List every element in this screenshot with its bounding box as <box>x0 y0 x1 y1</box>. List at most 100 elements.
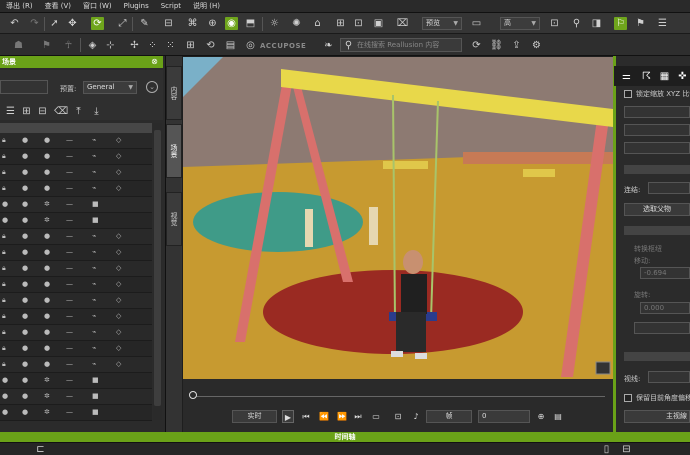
tag-icon[interactable]: ◇ <box>116 328 121 336</box>
lock-icon[interactable]: 🔒︎ <box>2 152 6 161</box>
transform-field[interactable] <box>624 106 690 118</box>
redo-icon[interactable]: ↷ <box>28 17 41 30</box>
menu-window[interactable]: 窗口 (W) <box>77 1 118 11</box>
scrollbar-thumb[interactable] <box>154 130 161 406</box>
render-dot-icon[interactable]: ● <box>44 168 50 176</box>
visible-dot-icon[interactable]: ● <box>22 296 28 304</box>
dots-icon[interactable]: ⁙ <box>164 39 177 52</box>
render-dot-icon[interactable]: ● <box>44 232 50 240</box>
visible-dot-icon[interactable]: ● <box>2 216 8 224</box>
link-icon[interactable]: ⌁ <box>92 248 96 256</box>
lock-icon[interactable]: 🔒︎ <box>2 344 6 353</box>
move-down-icon[interactable]: ⤓ <box>90 105 103 118</box>
menu-export[interactable]: 導出 (R) <box>0 1 39 11</box>
link-icon[interactable]: ⌁ <box>92 184 96 192</box>
box-icon[interactable]: ■ <box>92 200 99 208</box>
keep-offset-checkbox[interactable] <box>624 394 632 402</box>
export-frame-icon[interactable]: ⬒ <box>244 17 257 30</box>
link-icon[interactable]: ⌁ <box>92 232 96 240</box>
flag-icon[interactable]: ⚑ <box>634 17 647 30</box>
mirror-icon[interactable]: ⊡ <box>352 17 365 30</box>
select-arrow-icon[interactable]: ➚ <box>48 17 61 30</box>
tag-icon[interactable]: ◇ <box>116 312 121 320</box>
transform-field[interactable] <box>624 124 690 136</box>
main-view-button[interactable]: 主视線 <box>624 410 690 423</box>
step-forward-icon[interactable]: ⏩ <box>336 410 348 423</box>
list-item[interactable]: 🔒︎ ● ● — ⌁ ◇ <box>0 149 152 165</box>
list-item[interactable]: 🔒︎ ● ● — ⌁ ◇ <box>0 309 152 325</box>
menu-view[interactable]: 查看 (V) <box>39 1 77 11</box>
visible-dot-icon[interactable]: ● <box>2 408 8 416</box>
box-icon[interactable]: ■ <box>92 392 99 400</box>
frame-combo[interactable]: 帧 <box>426 410 472 423</box>
link-icon[interactable]: ⌁ <box>92 280 96 288</box>
close-icon[interactable]: ⊗ <box>150 57 159 66</box>
particle-icon[interactable]: ✲ <box>44 392 50 400</box>
visible-dot-icon[interactable]: ● <box>22 232 28 240</box>
visible-dot-icon[interactable]: ● <box>22 248 28 256</box>
render-dot-icon[interactable]: ● <box>44 280 50 288</box>
visible-dot-icon[interactable]: ● <box>22 184 28 192</box>
tab-content[interactable]: 内容 <box>166 66 182 120</box>
tag-icon[interactable]: ◇ <box>116 248 121 256</box>
visible-dot-icon[interactable]: ● <box>2 392 8 400</box>
eye-icon[interactable]: ◉ <box>225 17 238 30</box>
render-dot-icon[interactable]: ● <box>44 360 50 368</box>
sliders-icon[interactable]: ⚌ <box>618 68 635 85</box>
render-dot-icon[interactable]: ● <box>44 136 50 144</box>
pose-icon[interactable]: ☥ <box>62 39 75 52</box>
step-back-icon[interactable]: ⏪ <box>318 410 330 423</box>
visible-dot-icon[interactable]: ● <box>22 280 28 288</box>
light-icon[interactable]: ☼ <box>268 17 281 30</box>
list-item[interactable]: 🔒︎ ● ● — ⌁ ◇ <box>0 181 152 197</box>
visible-dot-icon[interactable]: ● <box>22 360 28 368</box>
lock-icon[interactable]: 🔒︎ <box>2 312 6 321</box>
view-target-field[interactable] <box>648 371 690 383</box>
motion-icon[interactable]: ✢ <box>128 39 141 52</box>
rotate-icon[interactable]: ⟳ <box>91 17 104 30</box>
render-dot-icon[interactable]: ● <box>44 344 50 352</box>
frame-icon[interactable]: ▣ <box>372 17 385 30</box>
link-icon[interactable]: ⌁ <box>92 152 96 160</box>
list-item[interactable]: 🔒︎ ● ● — ⌁ ◇ <box>0 229 152 245</box>
sun-icon[interactable]: ✺ <box>290 17 303 30</box>
list-item[interactable]: ● ● ✲ — ■ <box>0 213 152 229</box>
node-icon[interactable]: ⁘ <box>146 39 159 52</box>
align-icon[interactable]: ⊟ <box>162 17 175 30</box>
lock-icon[interactable]: 🔒︎ <box>2 360 6 369</box>
particle-icon[interactable]: ✲ <box>44 376 50 384</box>
lock-icon[interactable]: 🔒︎ <box>2 136 6 145</box>
select-parent-button[interactable]: 选取父物 <box>624 203 690 216</box>
timeline-tool-icon[interactable]: ▯ <box>600 443 613 455</box>
preset-combo[interactable]: General ▼ <box>83 81 137 94</box>
monitor-icon[interactable]: ▭ <box>470 17 483 30</box>
list-item[interactable]: 🔒︎ ● ● — ⌁ ◇ <box>0 325 152 341</box>
lock-icon[interactable]: 🔒︎ <box>2 168 6 177</box>
display-icon[interactable]: ▤ <box>552 410 564 423</box>
link-icon[interactable]: ⌁ <box>92 264 96 272</box>
list-item[interactable]: 🔒︎ ● ● — ⌁ ◇ <box>0 261 152 277</box>
visible-dot-icon[interactable]: ● <box>22 136 28 144</box>
refresh-icon[interactable]: ⟲ <box>204 39 217 52</box>
content-search-input[interactable]: 在线搜索 Reallusion 内容 <box>340 38 462 52</box>
rotate-field[interactable]: 0.000 <box>640 302 690 314</box>
chevron-circle-icon[interactable]: ⌄ <box>146 81 158 93</box>
list-item[interactable]: ● ● ✲ — ■ <box>0 389 152 405</box>
timeline-tool-icon[interactable]: ⊏ <box>34 443 47 455</box>
quality-combo[interactable]: 高 ▼ <box>500 17 540 30</box>
transform-field[interactable] <box>624 142 690 154</box>
render-dot-icon[interactable]: ● <box>22 376 28 384</box>
particle-icon[interactable]: ✲ <box>44 200 50 208</box>
node-tree-icon[interactable]: ⚐ <box>614 17 627 30</box>
box-icon[interactable]: ■ <box>92 376 99 384</box>
render-dot-icon[interactable]: ● <box>44 264 50 272</box>
list-item[interactable]: ● ● ✲ — ■ <box>0 197 152 213</box>
toggle-icon[interactable]: ⊡ <box>548 17 561 30</box>
crosshair-icon[interactable]: ✜ <box>674 68 690 85</box>
undo-icon[interactable]: ↶ <box>8 17 21 30</box>
link-icon[interactable]: ⌁ <box>92 136 96 144</box>
skip-end-icon[interactable]: ⏭ <box>352 410 364 423</box>
timeline-tool-icon[interactable]: ⊟ <box>620 443 633 455</box>
render-dot-icon[interactable]: ● <box>44 296 50 304</box>
snap-icon[interactable]: ⌘ <box>186 17 199 30</box>
